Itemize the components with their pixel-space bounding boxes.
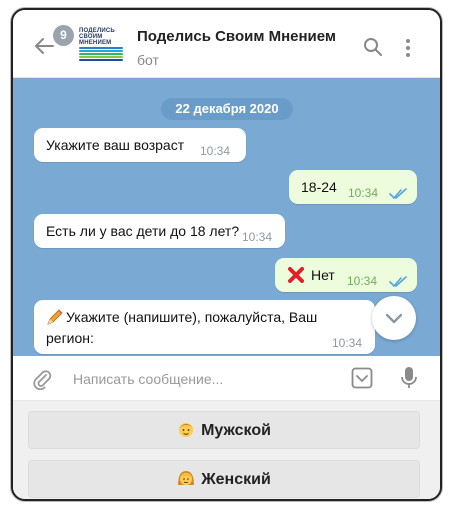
message-text: Нет [311,267,335,283]
chevron-down-icon [385,313,403,324]
message-time: 10:34 [200,144,231,158]
double-check-icon [389,188,407,200]
reply-button-label: Женский [201,471,271,488]
message-time: 10:34 [332,336,363,350]
message-text: Есть ли у вас дети до 18 лет? [46,223,240,239]
man-icon [177,412,195,450]
paperclip-icon[interactable] [31,368,53,390]
reply-button-label: Мужской [201,422,271,439]
logo-line-3: МНЕНИЕМ [79,40,112,46]
pencil-icon [47,309,63,325]
outgoing-message[interactable]: 18-24 10:34 [289,170,417,204]
incoming-message[interactable]: Есть ли у вас дети до 18 лет? 10:34 [34,214,285,248]
composer [13,356,440,401]
outgoing-message[interactable]: Нет 10:34 [275,258,417,292]
chat-title: Поделись Своим Мнением [137,28,337,45]
message-time: 10:34 [347,274,378,288]
phone-frame: 9 ПОДЕЛИСЬ СВОИМ МНЕНИЕМ Поделись Своим … [11,8,442,501]
double-check-icon [389,276,407,288]
unread-count-badge: 9 [53,25,74,46]
reply-button-female[interactable]: Женский [28,460,420,498]
chat-header: 9 ПОДЕЛИСЬ СВОИМ МНЕНИЕМ Поделись Своим … [13,10,440,78]
message-text-line-1: Укажите (напишите), пожалуйста, Ваш [66,309,318,325]
woman-icon [177,461,195,499]
microphone-icon[interactable] [399,366,419,390]
incoming-message[interactable]: Укажите ваш возраст 10:34 [34,128,246,162]
message-time: 10:34 [242,230,273,244]
message-text: 18-24 [301,179,337,195]
scroll-down-button[interactable] [372,296,416,340]
red-cross-icon [288,267,304,283]
message-text: Укажите ваш возраст [46,137,185,153]
more-menu-icon[interactable] [405,38,411,58]
logo-stripes-icon [79,47,123,61]
bot-keyboard-icon[interactable] [351,367,373,389]
bot-reply-keyboard: Мужской Женский [13,401,440,499]
incoming-message[interactable]: Укажите (напишите), пожалуйста, Ваш реги… [34,300,375,354]
message-list[interactable]: 22 декабря 2020 Укажите ваш возраст 10:3… [13,78,440,356]
date-separator: 22 декабря 2020 [161,98,293,120]
search-icon[interactable] [363,37,383,57]
message-input[interactable] [71,366,345,392]
chat-subtitle: бот [137,52,159,68]
back-arrow-icon[interactable] [33,35,55,57]
reply-button-male[interactable]: Мужской [28,411,420,449]
bot-avatar[interactable]: ПОДЕЛИСЬ СВОИМ МНЕНИЕМ [79,28,125,64]
message-text-line-2: регион: [46,330,94,346]
message-time: 10:34 [348,186,379,200]
